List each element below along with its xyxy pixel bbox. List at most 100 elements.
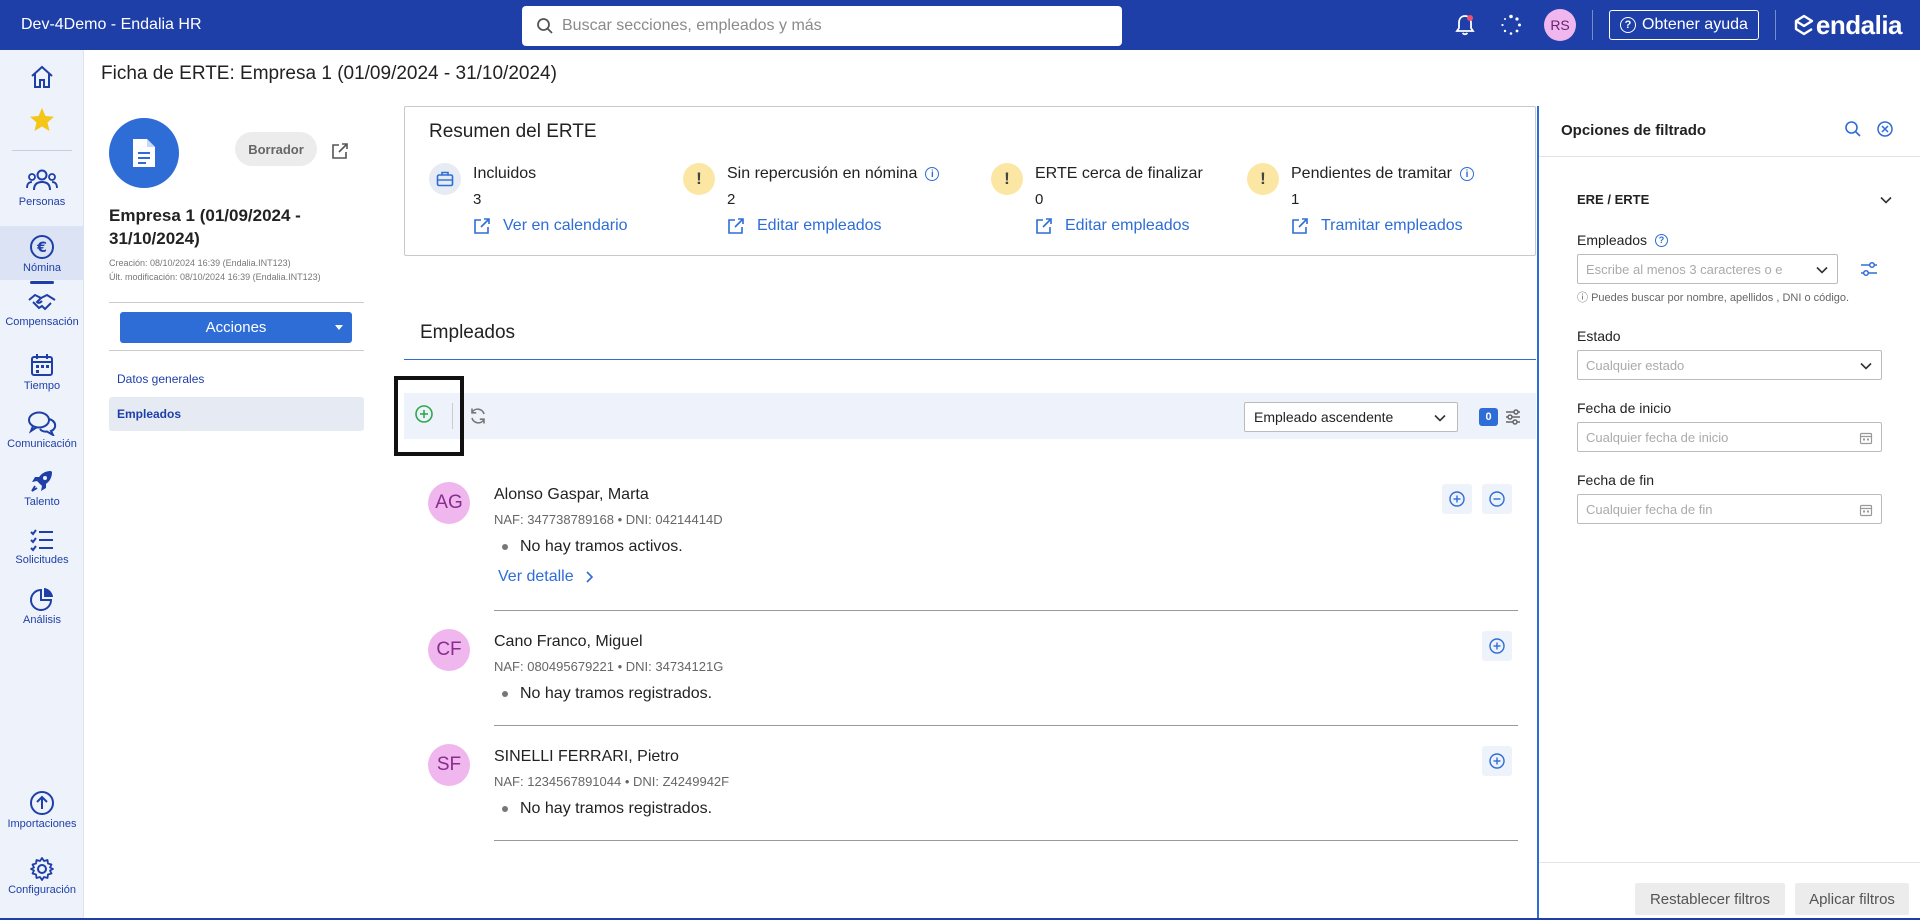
- section-underline: [404, 359, 1536, 360]
- sidebar-item-comunicacion[interactable]: Comunicación: [0, 410, 84, 460]
- end-date-input[interactable]: Cualquier fecha de fin: [1577, 494, 1882, 524]
- search-icon[interactable]: [1844, 120, 1862, 143]
- stat-sin-repercusion: ! Sin repercusión en nómina i 2 Editar em…: [683, 159, 973, 249]
- plus-circle-icon: [1449, 491, 1465, 507]
- actions-button[interactable]: Acciones: [120, 312, 352, 343]
- nav-datos-generales[interactable]: Datos generales: [109, 362, 364, 396]
- process-employees-link[interactable]: Tramitar empleados: [1291, 217, 1463, 235]
- help-icon[interactable]: ?: [1655, 233, 1669, 247]
- open-external-icon[interactable]: [331, 142, 349, 165]
- sidebar-item-compensacion[interactable]: Compensación: [0, 290, 84, 340]
- sidebar-item-tiempo[interactable]: Tiempo: [0, 352, 84, 402]
- sort-select[interactable]: Empleado ascendente: [1244, 402, 1458, 432]
- view-calendar-link[interactable]: Ver en calendario: [473, 217, 628, 235]
- plus-circle-icon: [1489, 753, 1505, 769]
- stat-value: 0: [1035, 191, 1044, 208]
- calendar-icon[interactable]: [1859, 431, 1873, 448]
- employee-meta: NAF: 080495679221 • DNI: 34734121G: [494, 659, 724, 674]
- employee-tramo-status: No hay tramos registrados.: [502, 685, 712, 703]
- employee-name: Cano Franco, Miguel: [494, 633, 643, 650]
- start-date-input[interactable]: Cualquier fecha de inicio: [1577, 422, 1882, 452]
- nav-empleados[interactable]: Empleados: [109, 397, 364, 431]
- chat-bubbles-icon: [28, 411, 57, 436]
- sidebar-item-home[interactable]: [0, 64, 84, 94]
- brand-name: endalia: [1815, 9, 1903, 40]
- chevron-down-icon: [1859, 359, 1873, 376]
- svg-text:€: €: [36, 240, 47, 256]
- caret-down-icon: [335, 325, 343, 330]
- tramo-text: No hay tramos activos.: [520, 538, 683, 555]
- info-icon[interactable]: i: [1459, 167, 1474, 181]
- chevron-down-icon: [1433, 411, 1447, 428]
- filter-settings-icon[interactable]: [1504, 408, 1522, 431]
- sidebar-divider: [12, 150, 72, 151]
- sidebar-item-configuracion[interactable]: Configuración: [0, 856, 84, 906]
- sidebar-item-talento[interactable]: Talento: [0, 468, 84, 518]
- sidebar-label: Análisis: [23, 614, 61, 626]
- remove-employee-button[interactable]: [1482, 484, 1512, 514]
- plus-circle-icon: [1489, 638, 1505, 654]
- employee-tramo-status: No hay tramos registrados.: [502, 800, 712, 818]
- filter-panel: Opciones de filtrado ERE / ERTE Empleado…: [1537, 106, 1920, 920]
- stat-title-row: Pendientes de tramitar i: [1291, 165, 1474, 183]
- erte-summary-card: Resumen del ERTE Incluidos 3 Ver en cale…: [404, 106, 1536, 256]
- document-avatar: [109, 118, 179, 188]
- select-placeholder: Cualquier estado: [1586, 357, 1685, 373]
- start-date-label: Fecha de inicio: [1577, 400, 1672, 416]
- end-date-label: Fecha de fin: [1577, 472, 1655, 488]
- state-filter-select[interactable]: Cualquier estado: [1577, 350, 1882, 380]
- reset-filters-button[interactable]: Restablecer filtros: [1635, 883, 1785, 915]
- top-bar: Dev-4Demo - Endalia HR Buscar secciones,…: [0, 0, 1920, 50]
- add-tramo-button[interactable]: [1482, 746, 1512, 776]
- global-search[interactable]: Buscar secciones, empleados y más: [522, 6, 1122, 46]
- add-tramo-button[interactable]: [1482, 631, 1512, 661]
- close-circle-icon[interactable]: [1876, 120, 1894, 143]
- edit-employees-link[interactable]: Editar empleados: [1035, 217, 1190, 235]
- advanced-filter-icon[interactable]: [1859, 260, 1879, 283]
- label-text: Empleados: [1577, 232, 1648, 248]
- notifications-bell-icon[interactable]: [1442, 14, 1488, 36]
- bullet: [502, 544, 508, 550]
- sidebar-item-importaciones[interactable]: Importaciones: [0, 790, 84, 840]
- user-avatar[interactable]: RS: [1544, 9, 1577, 41]
- calendar-icon[interactable]: [1859, 503, 1873, 520]
- open-external-icon: [1036, 218, 1052, 234]
- sidebar-label: Talento: [24, 496, 60, 508]
- apply-filters-button[interactable]: Aplicar filtros: [1795, 883, 1909, 915]
- view-detail-link[interactable]: Ver detalle: [498, 568, 596, 586]
- link-label: Editar empleados: [757, 217, 882, 234]
- employees-filter-input[interactable]: Escribe al menos 3 caracteres o e: [1577, 254, 1838, 284]
- sidebar-item-personas[interactable]: Personas: [0, 168, 84, 218]
- employee-name: SINELLI FERRARI, Pietro: [494, 748, 679, 765]
- summary-title: Resumen del ERTE: [429, 121, 597, 142]
- stat-value: 3: [473, 191, 482, 208]
- info-icon[interactable]: i: [925, 167, 940, 181]
- document-icon: [133, 139, 155, 167]
- endalia-logo-icon: [1794, 14, 1814, 36]
- chevron-down-icon[interactable]: [1878, 192, 1894, 213]
- stat-value: 2: [727, 191, 736, 208]
- help-question-icon: ?: [1620, 17, 1637, 33]
- employee-avatar: AG: [428, 482, 470, 524]
- sidebar-item-nomina[interactable]: € Nómina: [0, 226, 84, 284]
- minus-circle-icon: [1489, 491, 1505, 507]
- add-employee-button[interactable]: [394, 376, 464, 456]
- edit-employees-link[interactable]: Editar empleados: [727, 217, 882, 235]
- modification-info: Últ. modificación: 08/10/2024 16:39 (End…: [109, 272, 321, 282]
- endalia-logo[interactable]: endalia: [1792, 9, 1903, 41]
- sidebar-item-favorites[interactable]: [0, 106, 84, 136]
- refresh-icon[interactable]: [468, 406, 488, 431]
- input-placeholder: Cualquier fecha de fin: [1586, 501, 1713, 517]
- loading-spinner-icon: [1488, 14, 1534, 36]
- employee-meta: NAF: 1234567891044 • DNI: Z4249942F: [494, 774, 730, 789]
- employee-tramo-status: No hay tramos activos.: [502, 538, 683, 556]
- employee-avatar: SF: [428, 744, 470, 786]
- add-tramo-button[interactable]: [1442, 484, 1472, 514]
- sidebar-label: Importaciones: [7, 818, 77, 830]
- input-placeholder: Escribe al menos 3 caracteres o e: [1586, 261, 1783, 277]
- divider: [109, 302, 364, 303]
- sidebar-item-analisis[interactable]: Análisis: [0, 586, 84, 636]
- get-help-button[interactable]: ? Obtener ayuda: [1609, 10, 1759, 40]
- sidebar-item-solicitudes[interactable]: Solicitudes: [0, 528, 84, 578]
- filter-section-title[interactable]: ERE / ERTE: [1577, 192, 1649, 207]
